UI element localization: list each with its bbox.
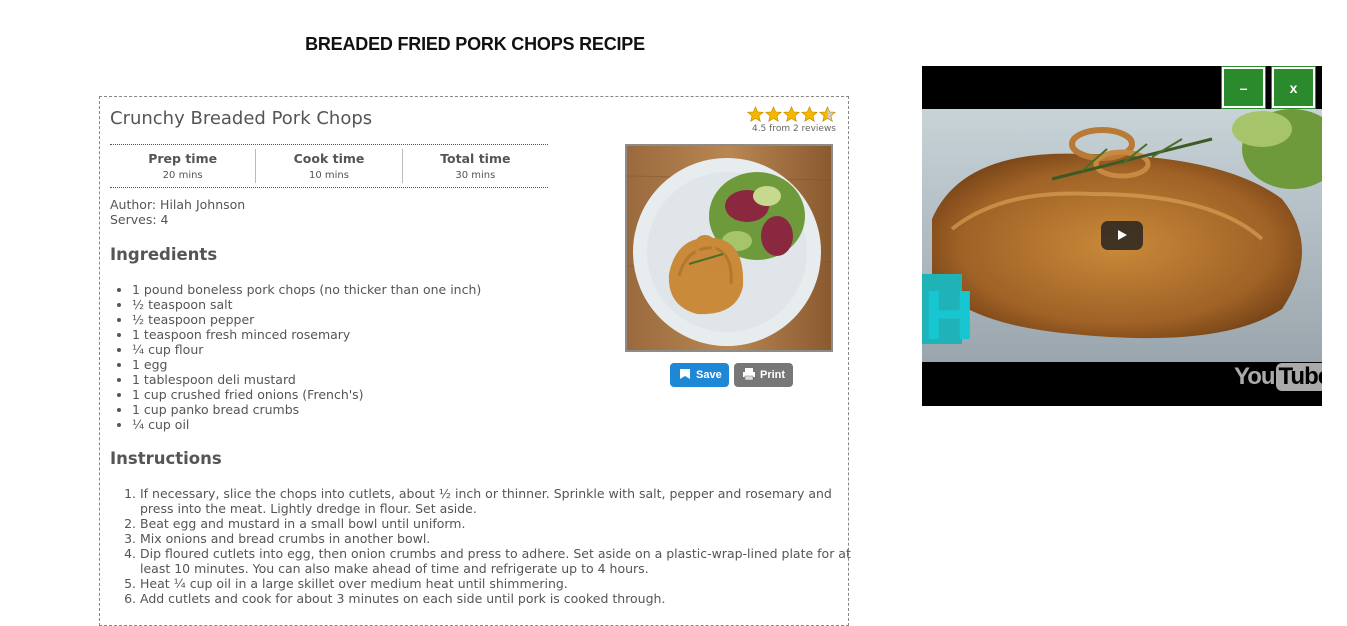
rating: 4.5 from 2 reviews bbox=[746, 105, 837, 134]
print-button[interactable]: Print bbox=[734, 363, 793, 387]
recipe-name: Crunchy Breaded Pork Chops bbox=[110, 108, 373, 129]
time-label: Cook time bbox=[293, 151, 365, 166]
time-value: 20 mins bbox=[162, 170, 203, 181]
times-table: Prep time 20 mins Cook time 10 mins Tota… bbox=[110, 144, 548, 188]
recipe-card: Crunchy Breaded Pork Chops 4.5 from 2 re… bbox=[99, 96, 851, 626]
instructions-list: If necessary, slice the chops into cutle… bbox=[110, 486, 865, 606]
ingredient-item: 1 teaspoon fresh minced rosemary bbox=[132, 327, 481, 342]
close-button[interactable]: x bbox=[1272, 67, 1315, 108]
overlay-letter: H bbox=[924, 276, 975, 354]
youtube-logo[interactable]: You Tube bbox=[1234, 363, 1322, 391]
total-time: Total time 30 mins bbox=[403, 149, 548, 183]
ingredients-list: 1 pound boneless pork chops (no thicker … bbox=[110, 282, 481, 432]
instruction-step: Heat ¼ cup oil in a large skillet over m… bbox=[140, 576, 865, 591]
save-label: Save bbox=[696, 369, 722, 381]
save-icon bbox=[678, 367, 692, 384]
instruction-step: Beat egg and mustard in a small bowl unt… bbox=[140, 516, 865, 531]
page-title: BREADED FRIED PORK CHOPS RECIPE bbox=[305, 34, 645, 54]
recipe-meta: Author: Hilah Johnson Serves: 4 bbox=[110, 197, 245, 227]
instructions-heading: Instructions bbox=[110, 449, 222, 468]
star-icon[interactable] bbox=[746, 105, 765, 123]
instruction-step: Dip floured cutlets into egg, then onion… bbox=[140, 546, 865, 576]
minimize-button[interactable]: – bbox=[1222, 67, 1265, 108]
recipe-photo bbox=[625, 144, 833, 352]
ingredient-item: 1 cup panko bread crumbs bbox=[132, 402, 481, 417]
instruction-step: Add cutlets and cook for about 3 minutes… bbox=[140, 591, 865, 606]
print-label: Print bbox=[760, 369, 786, 381]
ingredient-item: ½ teaspoon salt bbox=[132, 297, 481, 312]
ingredient-item: ½ teaspoon pepper bbox=[132, 312, 481, 327]
ingredient-item: ¼ cup flour bbox=[132, 342, 481, 357]
instruction-step: Mix onions and bread crumbs in another b… bbox=[140, 531, 865, 546]
ingredients-heading: Ingredients bbox=[110, 245, 218, 264]
save-button[interactable]: Save bbox=[670, 363, 729, 387]
video-player[interactable]: H – x You Tube bbox=[922, 66, 1322, 406]
cook-time: Cook time 10 mins bbox=[256, 149, 403, 183]
star-icon[interactable] bbox=[818, 105, 837, 123]
play-icon bbox=[1116, 226, 1128, 245]
time-value: 30 mins bbox=[455, 170, 496, 181]
ingredient-item: 1 pound boneless pork chops (no thicker … bbox=[132, 282, 481, 297]
ingredient-item: 1 egg bbox=[132, 357, 481, 372]
star-icon[interactable] bbox=[782, 105, 801, 123]
prep-time: Prep time 20 mins bbox=[110, 149, 257, 183]
time-label: Total time bbox=[440, 151, 511, 166]
youtube-logo-you: You bbox=[1234, 363, 1276, 390]
serves: Serves: 4 bbox=[110, 212, 169, 227]
ingredient-item: 1 cup crushed fried onions (French's) bbox=[132, 387, 481, 402]
rating-text: 4.5 from 2 reviews bbox=[751, 124, 836, 134]
play-button[interactable] bbox=[1101, 221, 1143, 250]
time-value: 10 mins bbox=[309, 170, 349, 181]
youtube-logo-tube: Tube bbox=[1275, 363, 1322, 391]
printer-icon bbox=[742, 367, 756, 384]
author: Author: Hilah Johnson bbox=[110, 197, 246, 212]
star-icon[interactable] bbox=[800, 105, 819, 123]
ingredient-item: ¼ cup oil bbox=[132, 417, 481, 432]
recipe-photo-image bbox=[627, 146, 831, 350]
instruction-step: If necessary, slice the chops into cutle… bbox=[140, 486, 865, 516]
rating-stars[interactable] bbox=[746, 105, 837, 123]
time-label: Prep time bbox=[148, 151, 218, 166]
star-icon[interactable] bbox=[764, 105, 783, 123]
ingredient-item: 1 tablespoon deli mustard bbox=[132, 372, 481, 387]
